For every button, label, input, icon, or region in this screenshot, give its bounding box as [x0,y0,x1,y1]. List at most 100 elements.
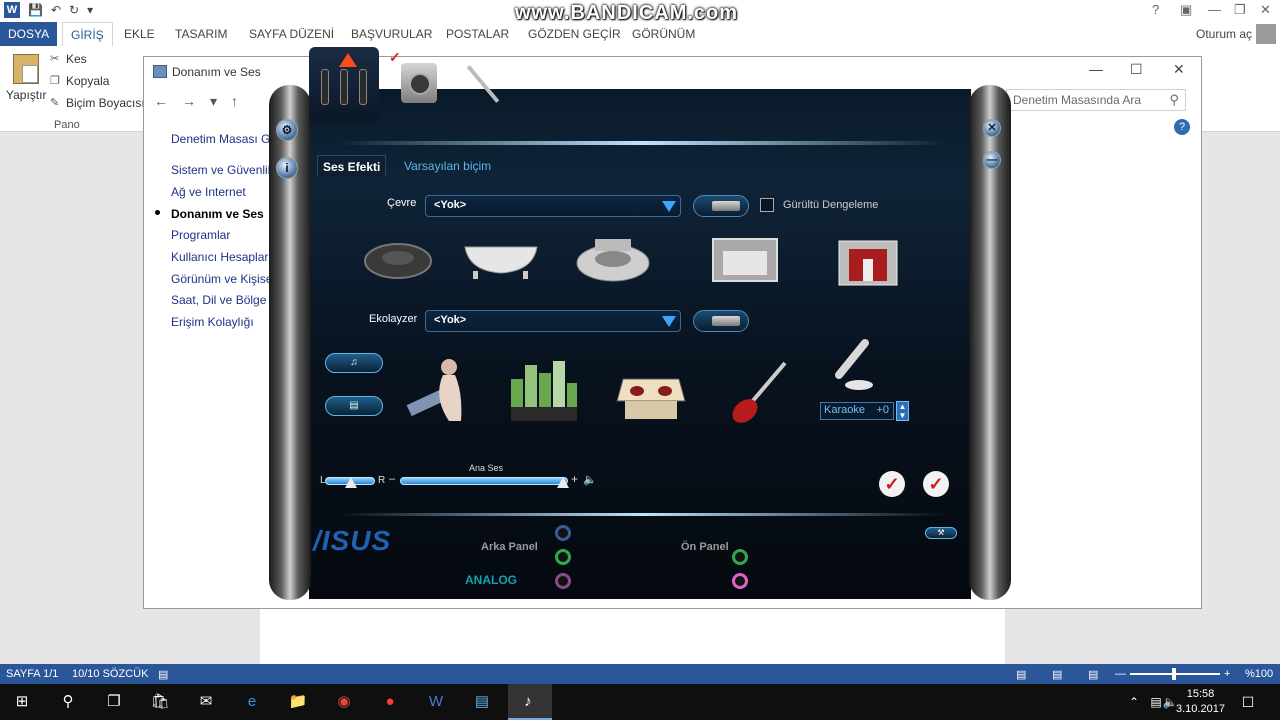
master-volume-thumb[interactable] [557,477,569,488]
format-painter-button[interactable]: ✎ Biçim Boyacısı [50,96,145,110]
mute-check-icon[interactable]: ✓ [879,471,905,497]
back-icon[interactable]: ← [154,93,168,110]
sidebar-item-appearance[interactable]: Görünüm ve Kişisell [171,272,278,286]
environment-select[interactable]: <Yok> [425,195,681,217]
apply-check-icon[interactable]: ✓ [923,471,949,497]
ribbon-display-icon[interactable]: ▣ [1180,2,1192,18]
sidebar-item-hardware-sound[interactable]: Donanım ve Ses [171,207,264,221]
help-icon[interactable]: ? [1152,2,1159,17]
up-icon[interactable]: ↑ [231,93,238,110]
search-icon[interactable]: ⚲ [1169,92,1179,108]
sidebar-item-ease-of-access[interactable]: Erişim Kolaylığı [171,315,254,329]
print-layout-icon[interactable]: ▤ [1052,668,1062,681]
audio-manager-icon[interactable]: ♪ [518,693,538,711]
master-volume-slider[interactable] [400,477,568,485]
tab-view[interactable]: GÖRÜNÜM [632,22,695,46]
search-input[interactable]: Denetim Masasında Ara ⚲ [1006,89,1186,111]
jack-blue-icon[interactable] [555,525,571,541]
close-panel-icon[interactable]: ✕ [983,119,1001,137]
web-layout-icon[interactable]: ▤ [1088,668,1098,681]
minimize-panel-icon[interactable]: — [983,151,1001,169]
read-mode-icon[interactable]: ▤ [1016,668,1026,681]
room-box-icon[interactable] [709,235,781,285]
control-panel-icon[interactable]: ▤ [472,693,492,711]
tab-references[interactable]: BAŞVURULAR [351,22,432,46]
sidebar-item-programs[interactable]: Programlar [171,228,230,242]
word-count[interactable]: 10/10 SÖZCÜK [72,668,148,680]
settings-icon[interactable]: ⚙ [276,119,298,141]
volume-plus[interactable]: + [571,472,578,486]
volume-minus[interactable]: – [389,473,395,485]
sign-in-link[interactable]: Oturum aç [1196,22,1252,46]
city-lights-icon[interactable] [505,355,581,425]
zoom-in-icon[interactable]: + [1224,668,1230,680]
equalizer-toggle[interactable] [693,310,749,332]
file-explorer-icon[interactable]: 📁 [288,693,308,711]
store-icon[interactable]: 🛍 [150,693,170,711]
word-icon[interactable]: W [426,693,446,711]
tab-design[interactable]: TASARIM [175,22,227,46]
tab-file[interactable]: DOSYA [0,22,58,46]
maximize-icon[interactable]: ❐ [1234,2,1246,18]
undo-icon[interactable]: ↶ [51,3,61,17]
cp-close-icon[interactable]: ✕ [1173,61,1185,78]
jack-pink-icon[interactable] [555,573,571,589]
recent-dropdown-icon[interactable]: ▾ [210,93,217,110]
front-jack-pink-icon[interactable] [732,573,748,589]
tab-home[interactable]: GİRİŞ [62,22,113,46]
tab-page-layout[interactable]: SAYFA DÜZENİ [249,22,334,46]
chrome-icon[interactable]: ◉ [334,693,354,711]
chevron-up-icon[interactable]: ⌃ [1124,693,1144,711]
front-jack-green-icon[interactable] [732,549,748,565]
keyboard-player-icon[interactable] [403,353,467,425]
close-icon[interactable]: ✕ [1260,2,1271,18]
cp-minimize-icon[interactable]: — [1089,61,1103,77]
sidebar-item-network[interactable]: Ağ ve Internet [171,185,246,199]
cut-button[interactable]: ✂ Kes [50,52,87,66]
sidebar-item-user-accounts[interactable]: Kullanıcı Hesapları [171,250,272,264]
wrench-icon[interactable]: ⚒ [925,527,957,539]
task-view-icon[interactable]: ❐ [104,693,124,711]
notification-icon[interactable]: ☐ [1238,693,1258,711]
zoom-level[interactable]: %100 [1245,668,1273,680]
paste-button[interactable]: Yapıştır [6,54,46,102]
record-icon[interactable]: ● [380,693,400,711]
equalizer-select[interactable]: <Yok> [425,310,681,332]
edge-icon[interactable]: e [242,693,262,711]
tab-speaker-device[interactable]: ✓ [383,47,453,123]
noise-suppression-checkbox[interactable] [760,198,774,212]
info-icon[interactable]: i [276,157,298,179]
tab-default-format[interactable]: Varsayılan biçim [399,155,496,177]
sidebar-item-clock-language[interactable]: Saat, Dil ve Bölge [171,293,266,307]
redo-icon[interactable]: ↻ [69,3,79,17]
tab-sound-effect[interactable]: Ses Efekti [317,155,387,177]
cp-maximize-icon[interactable]: ☐ [1130,61,1143,78]
zoom-slider-thumb[interactable] [1172,668,1176,680]
mail-icon[interactable]: ✉ [196,693,216,711]
environment-toggle[interactable] [693,195,749,217]
karaoke-microphone-icon[interactable] [815,335,881,395]
system-clock[interactable]: 15:58 3.10.2017 [1176,687,1225,717]
zoom-out-icon[interactable]: — [1115,668,1126,680]
save-icon[interactable]: 💾 [28,3,43,17]
help-icon[interactable]: ? [1174,119,1190,135]
windows-start-icon[interactable]: ⊞ [12,693,32,711]
tab-microphone[interactable] [457,47,527,123]
karaoke-field[interactable]: Karaoke +0 [820,402,894,420]
stadium-icon[interactable] [575,235,651,283]
karaoke-stepper[interactable]: ▲ ▼ [896,401,909,421]
page-count[interactable]: SAYFA 1/1 [6,668,58,680]
search-icon[interactable]: ⚲ [58,693,78,711]
electric-guitar-icon[interactable] [725,359,795,429]
disc-room-icon[interactable] [363,235,433,281]
guitar-preset-button[interactable]: ♫ [325,353,383,373]
equalizer-graph-button[interactable]: ▤ [325,396,383,416]
balance-thumb[interactable] [345,477,357,488]
party-table-icon[interactable] [615,361,687,423]
tab-review[interactable]: GÖZDEN GEÇİR [528,22,621,46]
jack-green-icon[interactable] [555,549,571,565]
theater-icon[interactable] [833,233,903,289]
customize-qat-icon[interactable]: ▾ [87,3,93,17]
avatar[interactable] [1256,24,1276,44]
forward-icon[interactable]: → [182,93,196,110]
